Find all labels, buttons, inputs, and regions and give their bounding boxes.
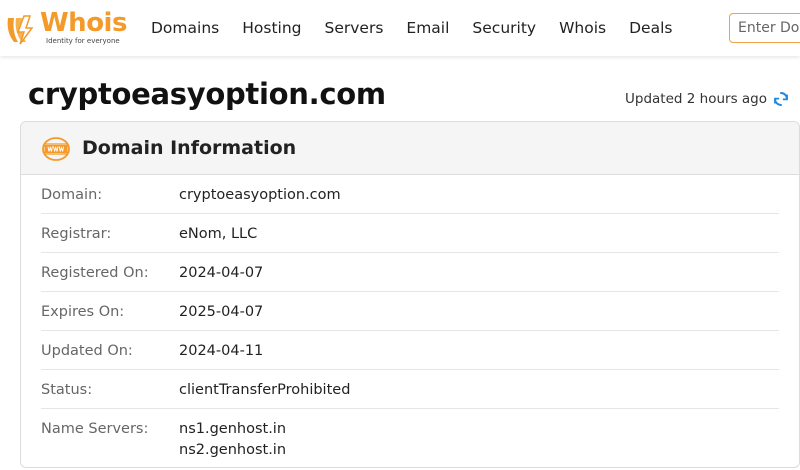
domain-search-input[interactable]	[729, 13, 800, 43]
row-value: 2024-04-07	[179, 265, 264, 281]
info-row-registered-on: Registered On: 2024-04-07	[41, 253, 779, 292]
nav-email[interactable]: Email	[406, 18, 449, 38]
refresh-icon[interactable]	[772, 90, 790, 108]
logo-tagline: Identity for everyone	[46, 37, 120, 45]
page-title: cryptoeasyoption.com	[28, 77, 386, 111]
updated-text: Updated 2 hours ago	[625, 91, 767, 107]
whois-logo-icon	[7, 15, 34, 45]
info-row-name-servers: Name Servers: ns1.genhost.in ns2.genhost…	[41, 409, 779, 467]
row-label: Registrar:	[41, 226, 112, 242]
name-server-item: ns2.genhost.in	[179, 442, 287, 458]
row-label: Registered On:	[41, 265, 149, 281]
name-servers-list: ns1.genhost.in ns2.genhost.in	[179, 419, 286, 461]
domain-info-table: Domain: cryptoeasyoption.com Registrar: …	[21, 175, 799, 467]
row-value: 2024-04-11	[179, 343, 264, 359]
main-nav: Domains Hosting Servers Email Security W…	[151, 18, 695, 38]
info-row-expires-on: Expires On: 2025-04-07	[41, 292, 779, 331]
updated-status: Updated 2 hours ago	[625, 90, 790, 108]
info-row-domain: Domain: cryptoeasyoption.com	[41, 175, 779, 214]
whois-logo[interactable]: Whois Identity for everyone	[4, 8, 128, 48]
nav-servers[interactable]: Servers	[325, 18, 384, 38]
row-value: clientTransferProhibited	[179, 382, 351, 398]
row-label: Expires On:	[41, 304, 125, 320]
info-row-registrar: Registrar: eNom, LLC	[41, 214, 779, 253]
nav-hosting[interactable]: Hosting	[242, 18, 301, 38]
nav-deals[interactable]: Deals	[629, 18, 672, 38]
name-server-item: ns1.genhost.in	[179, 421, 287, 437]
logo-wordmark: Whois	[40, 8, 127, 38]
row-label: Domain:	[41, 187, 103, 203]
info-row-updated-on: Updated On: 2024-04-11	[41, 331, 779, 370]
row-label: Updated On:	[41, 343, 133, 359]
www-globe-icon	[42, 137, 70, 161]
nav-whois[interactable]: Whois	[559, 18, 606, 38]
domain-information-card: Domain Information Domain: cryptoeasyopt…	[20, 121, 800, 468]
nav-security[interactable]: Security	[472, 18, 536, 38]
info-row-status: Status: clientTransferProhibited	[41, 370, 779, 409]
row-value: eNom, LLC	[179, 226, 258, 242]
card-header: Domain Information	[21, 122, 799, 175]
row-value: 2025-04-07	[179, 304, 264, 320]
card-title: Domain Information	[82, 137, 297, 159]
nav-domains[interactable]: Domains	[151, 18, 219, 38]
site-header: Whois Identity for everyone Domains Host…	[0, 0, 800, 56]
row-label: Status:	[41, 382, 93, 398]
row-value: cryptoeasyoption.com	[179, 187, 341, 203]
row-label: Name Servers:	[41, 421, 149, 437]
